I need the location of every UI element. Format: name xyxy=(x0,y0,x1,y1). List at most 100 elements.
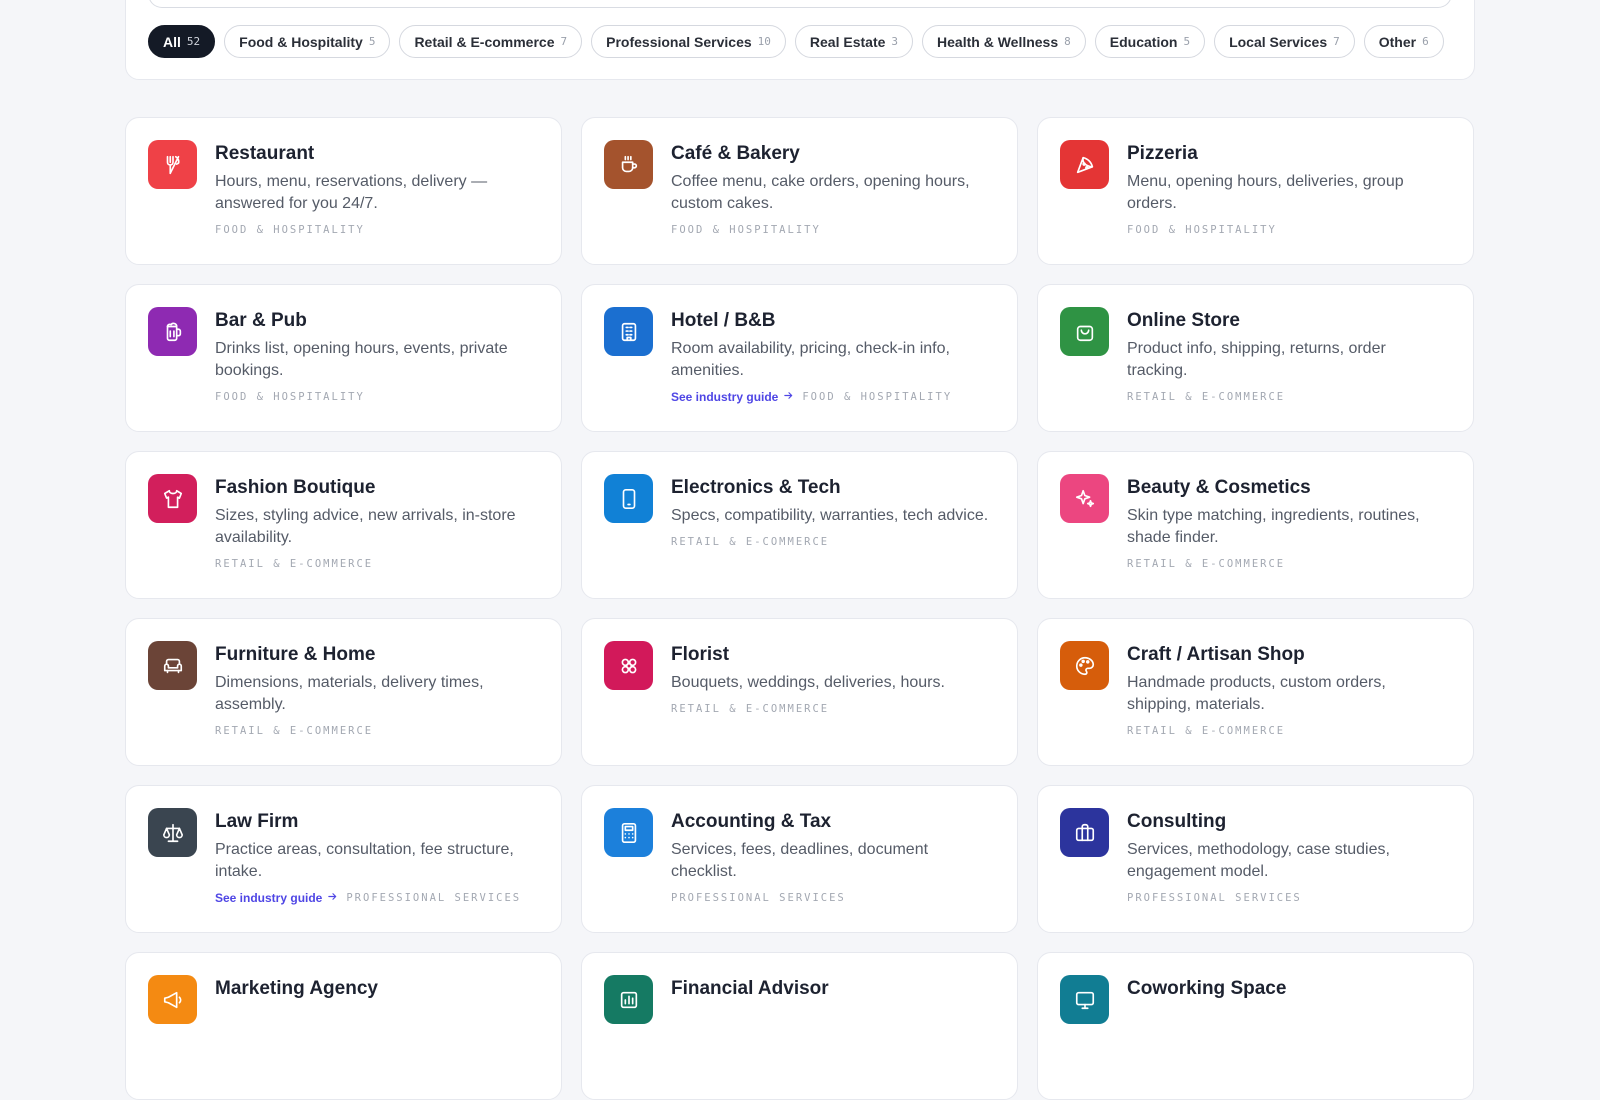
filter-chip-real-estate[interactable]: Real Estate 3 xyxy=(794,25,914,58)
card-body: Hotel / B&B Room availability, pricing, c… xyxy=(671,309,993,404)
industry-card-financial-advisor[interactable]: Financial Advisor xyxy=(581,952,1018,1100)
filter-chip-professional-services[interactable]: Professional Services 10 xyxy=(591,25,786,58)
category-tag: PROFESSIONAL SERVICES xyxy=(1127,892,1302,904)
filter-chip-food-hospitality[interactable]: Food & Hospitality 5 xyxy=(224,25,391,58)
sofa-icon xyxy=(148,641,197,690)
category-tag: FOOD & HOSPITALITY xyxy=(215,391,365,403)
filter-chip-label: Local Services xyxy=(1229,33,1328,50)
card-body: Financial Advisor xyxy=(671,977,993,1001)
card-description: Specs, compatibility, warranties, tech a… xyxy=(671,507,989,524)
industry-card-marketing-agency[interactable]: Marketing Agency xyxy=(125,952,562,1100)
category-tag: PROFESSIONAL SERVICES xyxy=(671,892,846,904)
card-description: Room availability, pricing, check-in inf… xyxy=(671,340,950,379)
card-title: Law Firm xyxy=(215,811,299,832)
card-title: Coworking Space xyxy=(1127,978,1287,999)
category-tag: FOOD & HOSPITALITY xyxy=(1127,224,1277,236)
card-title: Consulting xyxy=(1127,811,1227,832)
card-meta: RETAIL & E-COMMERCE xyxy=(1127,724,1449,738)
category-tag: PROFESSIONAL SERVICES xyxy=(346,892,522,904)
card-title: Bar & Pub xyxy=(215,310,307,331)
filter-chip-count: 8 xyxy=(1064,35,1071,48)
filter-chip-count: 5 xyxy=(1183,35,1191,48)
card-body: Online Store Product info, shipping, retu… xyxy=(1127,309,1449,404)
card-title: Electronics & Tech xyxy=(671,477,841,498)
sparkles-icon xyxy=(1060,474,1109,523)
category-tag: RETAIL & E-COMMERCE xyxy=(1127,725,1286,737)
category-filter-bar: All 52 Food & Hospitality 5 Retail & E-comme… xyxy=(148,25,1444,58)
industry-guide-link[interactable]: See industry guide xyxy=(671,390,794,404)
industry-card-online-store[interactable]: Online Store Product info, shipping, retu… xyxy=(1037,284,1474,432)
filter-chip-count: 7 xyxy=(1333,35,1340,48)
industry-card-consulting[interactable]: Consulting Services, methodology, case st… xyxy=(1037,785,1474,933)
card-meta: RETAIL & E-COMMERCE xyxy=(671,702,993,716)
card-description: Services, methodology, case studies, eng… xyxy=(1127,841,1390,880)
filter-chip-local-services[interactable]: Local Services 7 xyxy=(1214,25,1355,58)
industry-card-law-firm[interactable]: Law Firm Practice areas, consultation, fe… xyxy=(125,785,562,933)
industry-guide-link[interactable]: See industry guide xyxy=(215,891,338,905)
card-meta: RETAIL & E-COMMERCE xyxy=(215,557,537,571)
card-body: Restaurant Hours, menu, reservations, del… xyxy=(215,142,537,237)
industry-card-florist[interactable]: Florist Bouquets, weddings, deliveries, h… xyxy=(581,618,1018,766)
arrow-right-icon xyxy=(327,891,338,905)
card-description: Sizes, styling advice, new arrivals, in-… xyxy=(215,507,516,546)
card-meta: See industry guide FOOD & HOSPITALITY xyxy=(671,390,993,404)
filter-chip-retail-e-commerce[interactable]: Retail & E-commerce 7 xyxy=(399,25,583,58)
palette-icon xyxy=(1060,641,1109,690)
card-body: Coworking Space xyxy=(1127,977,1449,1001)
industry-card-coworking-space[interactable]: Coworking Space xyxy=(1037,952,1474,1100)
filter-chip-label: All xyxy=(163,33,181,50)
filter-chip-label: Food & Hospitality xyxy=(239,33,363,50)
card-title: Florist xyxy=(671,644,730,665)
filter-chip-health-wellness[interactable]: Health & Wellness 8 xyxy=(922,25,1086,58)
card-description: Bouquets, weddings, deliveries, hours. xyxy=(671,674,945,691)
card-title: Furniture & Home xyxy=(215,644,376,665)
card-meta: FOOD & HOSPITALITY xyxy=(671,223,993,237)
industry-card-craft-artisan-shop[interactable]: Craft / Artisan Shop Handmade products, c… xyxy=(1037,618,1474,766)
card-title: Hotel / B&B xyxy=(671,310,776,331)
card-title: Marketing Agency xyxy=(215,978,378,999)
filter-chip-other[interactable]: Other 6 xyxy=(1363,25,1444,58)
building-icon xyxy=(604,307,653,356)
industry-card-pizzeria[interactable]: Pizzeria Menu, opening hours, deliveries,… xyxy=(1037,117,1474,265)
industry-card-accounting-tax[interactable]: Accounting & Tax Services, fees, deadline… xyxy=(581,785,1018,933)
industry-card-fashion-boutique[interactable]: Fashion Boutique Sizes, styling advice, n… xyxy=(125,451,562,599)
industry-card-beauty-cosmetics[interactable]: Beauty & Cosmetics Skin type matching, in… xyxy=(1037,451,1474,599)
filter-chip-count: 6 xyxy=(1422,35,1429,48)
filter-chip-label: Health & Wellness xyxy=(937,33,1059,50)
industry-guide-label: See industry guide xyxy=(215,891,323,905)
filter-chip-all[interactable]: All 52 xyxy=(148,25,216,58)
card-title: Restaurant xyxy=(215,143,315,164)
card-description: Coffee menu, cake orders, opening hours,… xyxy=(671,173,970,212)
card-meta: RETAIL & E-COMMERCE xyxy=(1127,390,1449,404)
filter-chip-count: 10 xyxy=(757,35,771,48)
arrow-right-icon xyxy=(783,390,794,404)
industry-card-electronics-tech[interactable]: Electronics & Tech Specs, compatibility, … xyxy=(581,451,1018,599)
card-description: Handmade products, custom orders, shippi… xyxy=(1127,674,1386,713)
card-description: Services, fees, deadlines, document chec… xyxy=(671,841,929,880)
filter-chip-education[interactable]: Education 5 xyxy=(1094,25,1206,58)
card-meta: FOOD & HOSPITALITY xyxy=(215,390,537,404)
industry-card-bar-pub[interactable]: Bar & Pub Drinks list, opening hours, eve… xyxy=(125,284,562,432)
card-description: Dimensions, materials, delivery times, a… xyxy=(215,674,484,713)
category-tag: FOOD & HOSPITALITY xyxy=(802,391,953,403)
industry-card-furniture-home[interactable]: Furniture & Home Dimensions, materials, d… xyxy=(125,618,562,766)
filter-panel: All 52 Food & Hospitality 5 Retail & E-comme… xyxy=(125,0,1475,80)
card-meta: PROFESSIONAL SERVICES xyxy=(671,891,993,905)
card-description: Product info, shipping, returns, order t… xyxy=(1127,340,1386,379)
category-tag: RETAIL & E-COMMERCE xyxy=(671,703,830,715)
industry-guide-label: See industry guide xyxy=(671,390,779,404)
category-tag: RETAIL & E-COMMERCE xyxy=(215,558,374,570)
card-body: Marketing Agency xyxy=(215,977,537,1001)
search-input[interactable] xyxy=(148,0,1452,8)
card-title: Financial Advisor xyxy=(671,978,829,999)
card-title: Café & Bakery xyxy=(671,143,800,164)
card-title: Beauty & Cosmetics xyxy=(1127,477,1311,498)
filter-chip-label: Retail & E-commerce xyxy=(414,33,555,50)
card-meta: FOOD & HOSPITALITY xyxy=(215,223,537,237)
card-description: Hours, menu, reservations, delivery — an… xyxy=(215,173,488,212)
industry-card-hotel-b-b[interactable]: Hotel / B&B Room availability, pricing, c… xyxy=(581,284,1018,432)
card-body: Craft / Artisan Shop Handmade products, c… xyxy=(1127,643,1449,738)
industry-card-caf-bakery[interactable]: Café & Bakery Coffee menu, cake orders, o… xyxy=(581,117,1018,265)
industry-card-restaurant[interactable]: Restaurant Hours, menu, reservations, del… xyxy=(125,117,562,265)
industry-grid: Restaurant Hours, menu, reservations, del… xyxy=(125,117,1475,1100)
